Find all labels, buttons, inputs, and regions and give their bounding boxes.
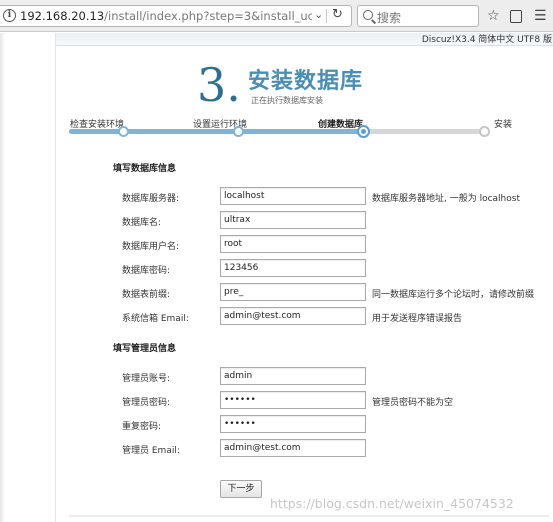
progress-fill bbox=[69, 129, 369, 134]
admin-account-input[interactable]: admin bbox=[220, 367, 366, 385]
admin-email-label: 管理员 Email: bbox=[122, 446, 180, 456]
page-shadow bbox=[0, 33, 5, 522]
step-number: 3. bbox=[197, 59, 241, 111]
search-bar[interactable]: 搜索 bbox=[357, 5, 479, 27]
admin-email-input[interactable]: admin@test.com bbox=[220, 439, 366, 457]
admin-section-title: 填写管理员信息 bbox=[113, 344, 177, 354]
progress-track bbox=[69, 129, 487, 134]
db-user-input[interactable]: root bbox=[220, 235, 366, 253]
repeat-password-input[interactable]: •••••• bbox=[220, 415, 366, 433]
page-subtitle: 正在执行数据库安装 bbox=[251, 96, 323, 105]
table-prefix-label: 数据表前缀: bbox=[122, 290, 171, 300]
install-frame: Discuz!X3.4 简体中文 UTF8 版 3. 安装数据库 正在执行数据库… bbox=[55, 33, 553, 522]
step-node-install bbox=[479, 126, 490, 137]
page-title: 安装数据库 bbox=[248, 69, 364, 94]
next-step-button[interactable]: 下一步 bbox=[220, 480, 262, 498]
system-email-input[interactable]: admin@test.com bbox=[220, 307, 366, 325]
step-number-digit: 3 bbox=[197, 58, 227, 112]
admin-account-label: 管理员账号: bbox=[122, 374, 171, 384]
bottom-rule bbox=[69, 515, 549, 517]
step-number-dot: . bbox=[226, 58, 241, 112]
url-text[interactable]: 192.168.20.13/install/index.php?step=3&i… bbox=[20, 9, 312, 23]
admin-password-hint: 管理员密码不能为空 bbox=[372, 398, 454, 408]
version-label: Discuz!X3.4 简体中文 UTF8 版 bbox=[421, 35, 552, 45]
step-node-create-db bbox=[357, 125, 370, 138]
db-password-input[interactable]: 123456 bbox=[220, 259, 366, 277]
table-prefix-hint: 同一数据库运行多个论坛时，请修改前缀 bbox=[372, 290, 535, 300]
page: Discuz!X3.4 简体中文 UTF8 版 3. 安装数据库 正在执行数据库… bbox=[0, 33, 553, 522]
db-host-label: 数据库服务器: bbox=[122, 194, 180, 204]
db-user-label: 数据库用户名: bbox=[122, 242, 180, 252]
step-label-install: 安装 bbox=[494, 120, 513, 130]
system-email-hint: 用于发送程序错误报告 bbox=[372, 314, 463, 324]
url-path: /install/index.php?step=3&install_ucente… bbox=[104, 9, 312, 23]
reload-icon[interactable]: ↻ bbox=[332, 7, 343, 22]
step-node-check-env bbox=[118, 126, 129, 137]
step-node-set-env bbox=[233, 126, 244, 137]
top-strip: Discuz!X3.4 简体中文 UTF8 版 bbox=[56, 33, 553, 46]
table-prefix-input[interactable]: pre_ bbox=[220, 283, 366, 301]
url-separator bbox=[326, 9, 327, 23]
watermark: https://blog.csdn.net/weixin_45074532 bbox=[270, 496, 514, 511]
chevron-down-icon[interactable]: ⌄ bbox=[314, 8, 323, 21]
star-icon[interactable]: ☆ bbox=[487, 7, 500, 25]
info-icon[interactable]: i bbox=[3, 9, 16, 22]
db-password-label: 数据库密码: bbox=[122, 266, 171, 276]
menu-icon[interactable]: ☰ bbox=[534, 7, 547, 25]
db-name-label: 数据库名: bbox=[122, 218, 162, 228]
url-bar[interactable]: i 192.168.20.13/install/index.php?step=3… bbox=[0, 5, 352, 27]
admin-password-label: 管理员密码: bbox=[122, 398, 171, 408]
search-placeholder: 搜索 bbox=[377, 11, 402, 25]
db-host-hint: 数据库服务器地址, 一般为 localhost bbox=[372, 194, 520, 204]
admin-password-input[interactable]: •••••• bbox=[220, 391, 366, 409]
db-host-input[interactable]: localhost bbox=[220, 187, 366, 205]
clipboard-icon[interactable] bbox=[510, 10, 522, 23]
url-host: 192.168.20.13 bbox=[20, 9, 105, 23]
db-section-title: 填写数据库信息 bbox=[113, 164, 177, 174]
browser-toolbar: i 192.168.20.13/install/index.php?step=3… bbox=[0, 0, 553, 32]
system-email-label: 系统信箱 Email: bbox=[122, 314, 189, 324]
repeat-password-label: 重复密码: bbox=[122, 422, 162, 432]
db-name-input[interactable]: ultrax bbox=[220, 211, 366, 229]
search-icon bbox=[363, 10, 373, 20]
